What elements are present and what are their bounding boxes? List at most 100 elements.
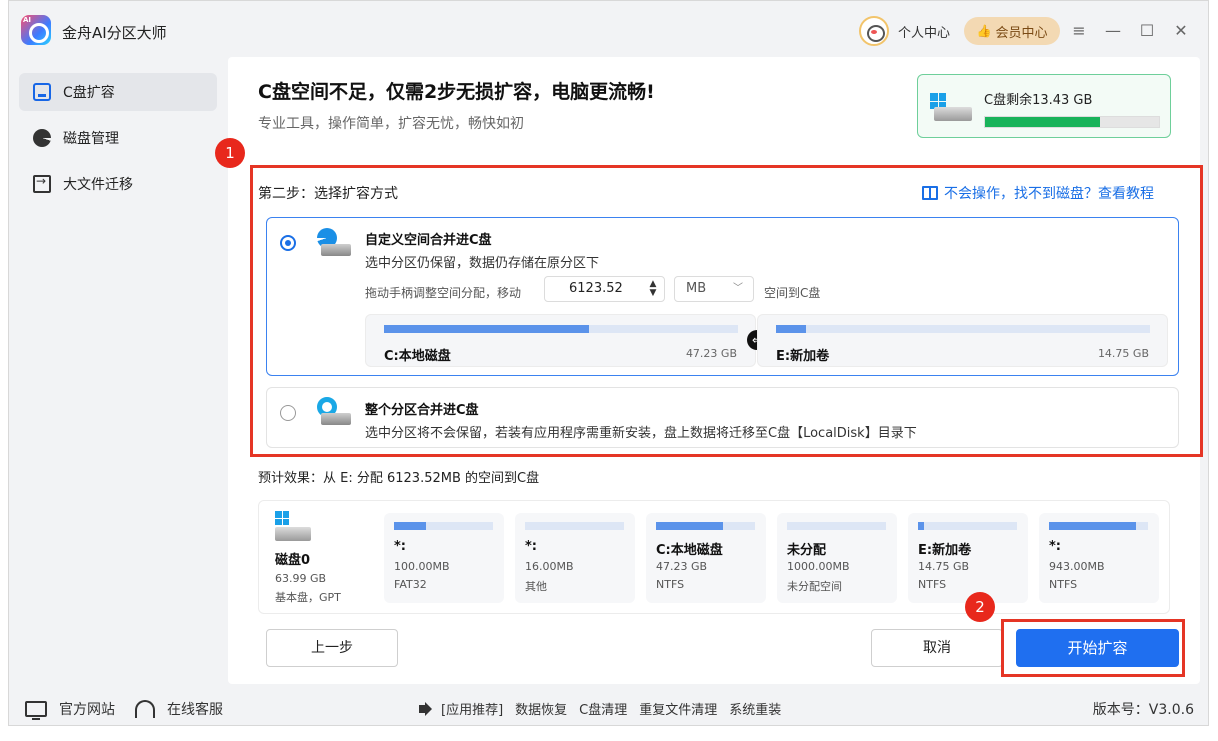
partition-size: 100.00MB bbox=[394, 560, 450, 573]
partition-size: 943.00MB bbox=[1049, 560, 1105, 573]
partition-merge-icon bbox=[317, 228, 351, 260]
link-data-recovery[interactable]: 数据恢复 bbox=[515, 699, 567, 718]
partition-name: *: bbox=[1049, 539, 1061, 554]
amount-stepper[interactable]: 6123.52 ▲ ▼ bbox=[544, 276, 665, 302]
partition-fs: NTFS bbox=[1049, 578, 1078, 591]
sidebar-item-disk-manage[interactable]: 磁盘管理 bbox=[19, 119, 217, 157]
partition-fs: NTFS bbox=[918, 578, 947, 591]
link-dup-clean[interactable]: 重复文件清理 bbox=[639, 699, 717, 718]
option-custom-merge[interactable]: 自定义空间合并进C盘 选中分区仍保留，数据仍存储在原分区下 拖动手柄调整空间分配… bbox=[266, 217, 1179, 376]
sidebar-item-c-expand[interactable]: C盘扩容 bbox=[19, 73, 217, 111]
target-usage-fill bbox=[776, 325, 806, 333]
radio-whole-merge[interactable] bbox=[280, 405, 296, 421]
partition-name: *: bbox=[525, 539, 537, 554]
disk-name: 磁盘0 bbox=[275, 553, 311, 568]
file-move-icon bbox=[33, 174, 51, 193]
footer: 官方网站 在线客服 [应用推荐] 数据恢复 C盘清理 重复文件清理 系统重装 版… bbox=[9, 691, 1208, 727]
partition-card[interactable]: *: 16.00MB 其他 bbox=[515, 513, 635, 603]
cancel-button[interactable]: 取消 bbox=[871, 629, 1003, 667]
c-drive-free-label: C盘剩余13.43 GB bbox=[984, 93, 1093, 108]
support-label: 在线客服 bbox=[167, 702, 223, 718]
start-expand-button[interactable]: 开始扩容 bbox=[1016, 629, 1179, 667]
link-c-clean[interactable]: C盘清理 bbox=[579, 699, 627, 718]
logo-badge: AI bbox=[23, 16, 32, 24]
source-usage-fill bbox=[384, 325, 590, 333]
partition-card[interactable]: 未分配 1000.00MB 未分配空间 bbox=[777, 513, 897, 603]
avatar[interactable] bbox=[859, 16, 889, 46]
partition-fs: 其他 bbox=[525, 580, 547, 593]
partition-card[interactable]: E:新加卷 14.75 GB NTFS bbox=[908, 513, 1028, 603]
amount-value: 6123.52 bbox=[569, 281, 623, 296]
target-partition-size: 14.75 GB bbox=[1097, 347, 1149, 360]
unit-value: MB bbox=[686, 281, 707, 296]
help-tutorial-link[interactable]: 不会操作，找不到磁盘？查看教程 bbox=[922, 183, 1154, 203]
partition-fs: FAT32 bbox=[394, 578, 427, 591]
unit-select[interactable]: MB ﹀ bbox=[674, 276, 754, 302]
option-whole-merge[interactable]: 整个分区合并进C盘 选中分区将不会保留，若装有应用程序需重新安装，盘上数据将迁移… bbox=[266, 387, 1179, 448]
c-drive-usage-fill bbox=[985, 117, 1100, 127]
app-logo-icon: AI bbox=[21, 15, 51, 45]
sidebar-item-label: C盘扩容 bbox=[63, 85, 115, 101]
source-partition-name: C:本地磁盘 bbox=[384, 349, 451, 364]
window-controls: ≡ — ☐ ✕ bbox=[1062, 19, 1198, 43]
partition-name: 未分配 bbox=[787, 543, 827, 558]
to-c-label: 空间到C盘 bbox=[764, 286, 821, 300]
drive-icon bbox=[275, 511, 311, 541]
partition-ring-icon bbox=[317, 397, 351, 429]
partition-name: *: bbox=[394, 539, 406, 554]
source-partition-size: 47.23 GB bbox=[685, 347, 737, 360]
link-reinstall[interactable]: 系统重装 bbox=[729, 699, 781, 718]
disk-info: 磁盘0 63.99 GB 基本盘，GPT bbox=[275, 511, 375, 605]
pie-chart-icon bbox=[33, 129, 51, 147]
step-marker-2: 2 bbox=[965, 592, 995, 622]
website-link[interactable]: 官方网站 bbox=[25, 699, 115, 720]
close-icon[interactable]: ✕ bbox=[1164, 19, 1198, 43]
radio-custom-merge[interactable] bbox=[280, 235, 296, 251]
headset-icon bbox=[135, 700, 155, 718]
recommend-bar: [应用推荐] 数据恢复 C盘清理 重复文件清理 系统重装 bbox=[417, 699, 793, 718]
partition-size: 1000.00MB bbox=[787, 560, 850, 573]
app-window: AI 金舟AI分区大师 个人中心 👍 会员中心 ≡ — ☐ ✕ C盘扩容 磁盘管… bbox=[8, 0, 1209, 726]
partition-card[interactable]: *: 943.00MB NTFS bbox=[1039, 513, 1159, 603]
partition-card[interactable]: C:本地磁盘 47.23 GB NTFS bbox=[646, 513, 766, 603]
minimize-icon[interactable]: — bbox=[1096, 19, 1130, 43]
prev-step-button[interactable]: 上一步 bbox=[266, 629, 398, 667]
partition-fs: 未分配空间 bbox=[787, 580, 842, 593]
option-desc: 选中分区将不会保留，若装有应用程序需重新安装，盘上数据将迁移至C盘【LocalD… bbox=[365, 426, 917, 441]
c-drive-usage-bar bbox=[984, 116, 1160, 128]
thumbs-up-icon: 👍 bbox=[976, 24, 992, 38]
user-area: 个人中心 👍 会员中心 bbox=[859, 16, 1061, 46]
user-center-link[interactable]: 个人中心 bbox=[898, 22, 950, 41]
page-subtitle: 专业工具，操作简单，扩容无忧，畅快如初 bbox=[258, 116, 524, 132]
stepper-arrows-icon[interactable]: ▲ ▼ bbox=[648, 280, 658, 298]
c-drive-free-card: C盘剩余13.43 GB bbox=[917, 74, 1171, 138]
title-bar: AI 金舟AI分区大师 个人中心 👍 会员中心 ≡ — ☐ ✕ bbox=[9, 1, 1208, 59]
chevron-down-icon: ﹀ bbox=[733, 283, 743, 294]
vip-center-label: 会员中心 bbox=[995, 25, 1048, 41]
target-partition-card: E:新加卷 14.75 GB bbox=[757, 314, 1168, 367]
page-title: C盘空间不足，仅需2步无损扩容，电脑更流畅! bbox=[258, 81, 655, 103]
sidebar-item-file-move[interactable]: 大文件迁移 bbox=[19, 165, 217, 203]
partition-size: 47.23 GB bbox=[656, 560, 708, 573]
step-marker-1: 1 bbox=[215, 138, 245, 168]
sidebar-item-label: 磁盘管理 bbox=[63, 131, 119, 147]
app-title: 金舟AI分区大师 bbox=[62, 24, 167, 42]
vip-center-button[interactable]: 👍 会员中心 bbox=[964, 17, 1061, 45]
support-link[interactable]: 在线客服 bbox=[135, 699, 223, 719]
option-desc: 选中分区仍保留，数据仍存储在原分区下 bbox=[365, 256, 600, 271]
option-title: 整个分区合并进C盘 bbox=[365, 403, 479, 418]
speaker-icon bbox=[417, 702, 433, 716]
source-partition-card: C:本地磁盘 47.23 GB bbox=[365, 314, 756, 367]
partition-card[interactable]: *: 100.00MB FAT32 bbox=[384, 513, 504, 603]
option-title: 自定义空间合并进C盘 bbox=[365, 233, 492, 248]
partition-size: 16.00MB bbox=[525, 560, 574, 573]
disk-size: 63.99 GB bbox=[275, 572, 327, 585]
partition-name: E:新加卷 bbox=[918, 543, 972, 558]
partition-name: C:本地磁盘 bbox=[656, 543, 723, 558]
sidebar: C盘扩容 磁盘管理 大文件迁移 bbox=[19, 73, 217, 211]
version-label: 版本号：V3.0.6 bbox=[1092, 702, 1194, 718]
maximize-icon[interactable]: ☐ bbox=[1130, 19, 1164, 43]
partition-fs: NTFS bbox=[656, 578, 685, 591]
disk-icon bbox=[33, 83, 51, 101]
menu-icon[interactable]: ≡ bbox=[1062, 19, 1096, 43]
